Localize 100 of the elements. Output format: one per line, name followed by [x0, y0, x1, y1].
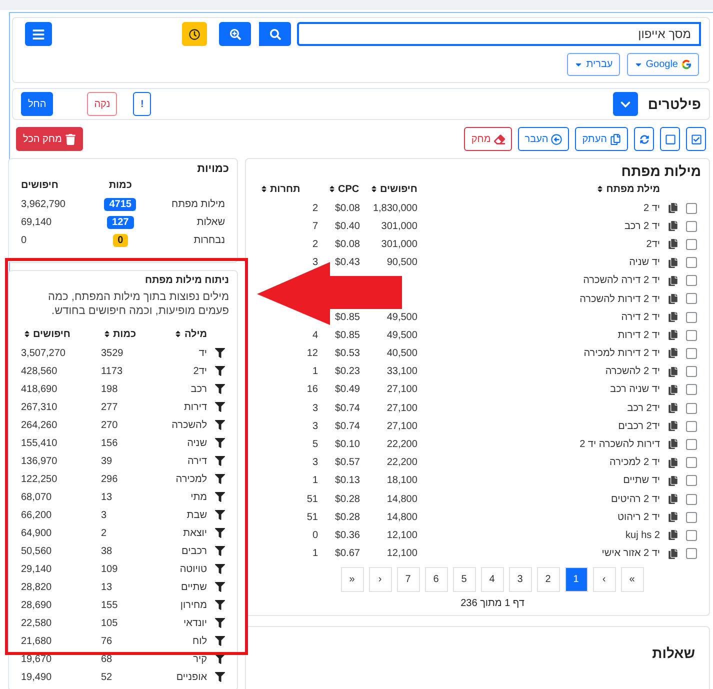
- zoom-in-button[interactable]: [219, 22, 251, 46]
- row-checkbox[interactable]: [686, 220, 697, 232]
- row-checkbox[interactable]: [686, 402, 697, 414]
- search-field[interactable]: מסך אייפון: [297, 22, 701, 46]
- keyword-cell-text: יד שתיים: [622, 474, 661, 488]
- copy-icon[interactable]: [668, 548, 678, 559]
- filter-icon[interactable]: [215, 366, 225, 376]
- copy-icon[interactable]: [668, 312, 678, 322]
- copy-icon[interactable]: [668, 294, 678, 304]
- copy-icon[interactable]: [668, 476, 678, 486]
- column-header[interactable]: CPC: [322, 179, 364, 199]
- page-button[interactable]: 2: [536, 566, 560, 592]
- copy-icon[interactable]: [668, 276, 678, 286]
- row-checkbox[interactable]: [686, 420, 697, 432]
- filter-icon[interactable]: [215, 420, 225, 430]
- move-button[interactable]: העבר: [518, 127, 570, 151]
- row-checkbox[interactable]: [686, 238, 697, 250]
- copy-icon[interactable]: [668, 202, 678, 213]
- filter-icon[interactable]: [215, 456, 225, 466]
- column-header[interactable]: חיפושים: [364, 179, 422, 199]
- delete-all-button[interactable]: מחק הכל: [16, 127, 83, 151]
- row-checkbox[interactable]: [686, 330, 697, 341]
- copy-icon[interactable]: [668, 239, 678, 250]
- filter-icon[interactable]: [215, 582, 225, 592]
- keyword-cell-text: יד 2 אזור אישי: [600, 547, 661, 562]
- filter-icon[interactable]: [215, 600, 225, 610]
- copy-icon[interactable]: [668, 530, 678, 540]
- copy-icon[interactable]: [668, 384, 678, 395]
- page-button[interactable]: 7: [396, 566, 420, 592]
- page-button[interactable]: »: [620, 566, 644, 592]
- row-checkbox[interactable]: [686, 257, 697, 268]
- row-checkbox[interactable]: [686, 512, 697, 523]
- copy-icon[interactable]: [668, 421, 678, 432]
- page-button[interactable]: «: [340, 566, 364, 592]
- copy-icon[interactable]: [668, 258, 678, 268]
- page-button[interactable]: 5: [452, 566, 476, 592]
- expand-button[interactable]: [612, 92, 638, 116]
- copy-icon[interactable]: [668, 403, 678, 414]
- filter-icon[interactable]: [215, 672, 225, 682]
- copy-icon[interactable]: [668, 221, 678, 232]
- row-checkbox[interactable]: [686, 438, 697, 450]
- filter-icon[interactable]: [215, 618, 225, 628]
- copy-icon[interactable]: [668, 439, 678, 450]
- filter-icon[interactable]: [215, 546, 225, 556]
- row-checkbox[interactable]: [686, 293, 697, 304]
- page-button[interactable]: 4: [480, 566, 504, 592]
- filter-icon[interactable]: [215, 654, 225, 664]
- column-header[interactable]: כמות: [97, 324, 157, 344]
- filter-icon[interactable]: [215, 510, 225, 520]
- filter-icon[interactable]: [215, 474, 225, 484]
- page-button[interactable]: 6: [424, 566, 448, 592]
- filter-icon[interactable]: [215, 492, 225, 502]
- filter-icon[interactable]: [215, 528, 225, 538]
- row-checkbox[interactable]: [686, 475, 697, 486]
- copy-icon[interactable]: [668, 348, 678, 358]
- keyword-cell-text: יד 2 להשכרה: [604, 364, 661, 380]
- filter-icon[interactable]: [215, 348, 225, 358]
- page-button[interactable]: ‹: [368, 566, 392, 592]
- row-checkbox[interactable]: [686, 348, 697, 360]
- row-checkbox[interactable]: [686, 457, 697, 468]
- column-header[interactable]: מילה: [157, 324, 211, 344]
- column-header[interactable]: חיפושים: [17, 324, 97, 344]
- row-checkbox[interactable]: [686, 202, 697, 214]
- page-button[interactable]: 1: [564, 566, 588, 592]
- row-checkbox[interactable]: [686, 530, 697, 541]
- delete-button[interactable]: מחק: [464, 127, 512, 151]
- row-checkbox[interactable]: [686, 494, 697, 505]
- filter-icon[interactable]: [215, 384, 225, 394]
- column-header[interactable]: מילת מפתח: [421, 179, 664, 199]
- table-cell-text: 3529: [100, 346, 124, 361]
- filter-icon[interactable]: [215, 402, 225, 412]
- clear-button[interactable]: נקה: [87, 92, 118, 116]
- row-checkbox[interactable]: [686, 548, 697, 560]
- page-button[interactable]: 3: [508, 566, 532, 592]
- column-header: חיפושים: [20, 178, 60, 192]
- copy-icon[interactable]: [668, 366, 678, 377]
- deselect-button[interactable]: [660, 127, 680, 151]
- copy-icon[interactable]: [668, 330, 678, 340]
- invert-button[interactable]: [634, 127, 654, 151]
- copy-button[interactable]: העתק: [575, 127, 628, 151]
- row-checkbox[interactable]: [686, 275, 697, 286]
- search-button[interactable]: [259, 22, 291, 46]
- filter-icon[interactable]: [215, 438, 225, 448]
- apply-button[interactable]: החל: [21, 92, 54, 116]
- row-checkbox[interactable]: [686, 366, 697, 378]
- copy-icon[interactable]: [668, 458, 678, 468]
- page-button[interactable]: ›: [592, 566, 616, 592]
- row-checkbox[interactable]: [686, 312, 697, 323]
- copy-icon[interactable]: [668, 512, 678, 522]
- engine-select[interactable]: Google: [626, 53, 699, 76]
- row-checkbox[interactable]: [686, 384, 697, 396]
- filter-icon[interactable]: [215, 636, 225, 646]
- column-header[interactable]: תחרות: [254, 179, 322, 199]
- filter-icon[interactable]: [215, 564, 225, 574]
- history-button[interactable]: [182, 22, 207, 46]
- copy-icon[interactable]: [668, 494, 678, 504]
- info-button[interactable]: !: [133, 92, 152, 116]
- language-select[interactable]: עברית: [567, 53, 620, 76]
- select-all-button[interactable]: [686, 127, 706, 151]
- menu-button[interactable]: [25, 22, 52, 46]
